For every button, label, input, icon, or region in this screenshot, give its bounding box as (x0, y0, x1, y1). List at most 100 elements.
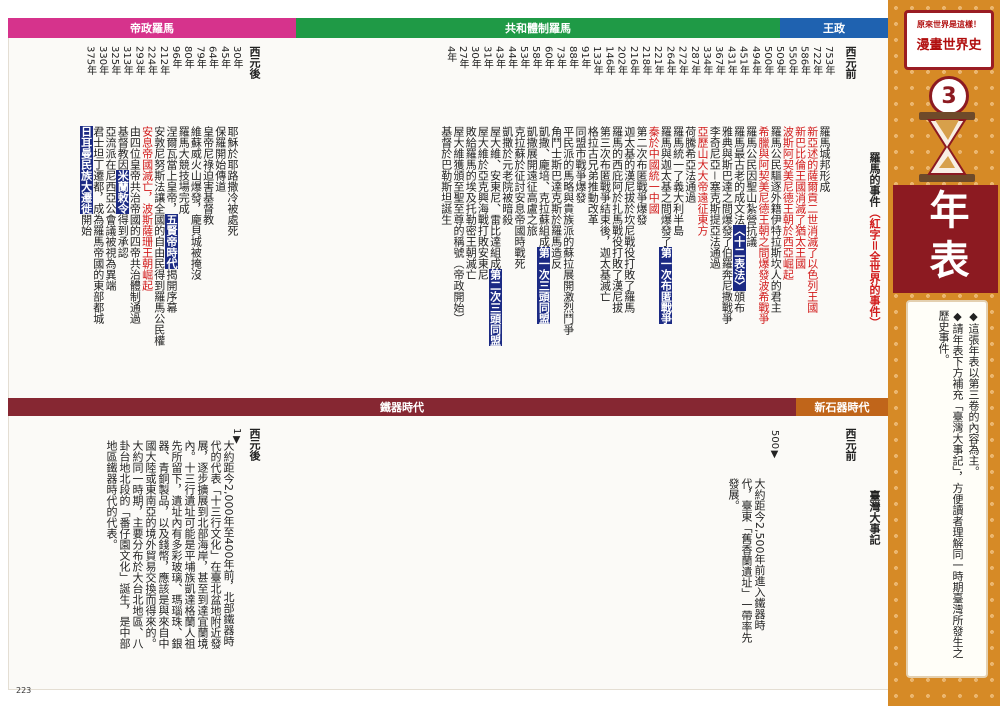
timeline-year: 4年 (444, 46, 456, 63)
timeline-year: 44年 (505, 46, 517, 69)
timeline-year: 218年 (640, 46, 651, 76)
timeline-event: 波斯阿契美尼德王朝於西亞崛起 (781, 126, 795, 280)
ad-label-bottom: 西元後 (248, 428, 261, 461)
timeline-event: 雅典與斯巴達之間爆發了伯羅奔尼撒戰爭 (720, 126, 734, 324)
timeline-event: 由四位皇帝共治帝國的四帝共治體制通過 (128, 126, 142, 324)
timeline-year: 96年 (170, 46, 181, 69)
timeline-year: 133年 (591, 46, 603, 76)
timeline-event: 基督於巴勒斯坦誕生 (439, 126, 453, 225)
timeline-year: 494年 (749, 46, 761, 76)
timeline-event: 克拉蘇於征討安息帝國時戰死 (513, 126, 526, 269)
timeline-event: 李奇尼亞－塞克斯提亞法通過 (708, 126, 722, 269)
timeline-year: 53年 (518, 46, 529, 69)
timeline-event: 亞流派在尼西亞公會議被視為異端 (104, 126, 117, 291)
timeline-year: 146年 (603, 46, 615, 76)
timeline-event: 屋大維、安東尼、雷比達組成第二次三頭同盟 (488, 126, 502, 346)
timeline-event: 第三次布匿戰爭結束後，迦太基滅亡 (598, 126, 612, 302)
series-logo: 原來世界是這樣！ 漫畫世界史 (904, 10, 994, 70)
timeline-year: 212年 (157, 46, 169, 76)
book-spread: 帝政羅馬 共和體制羅馬 王政 鐵器時代 新石器時代 西元前 西元後 西元前 西元… (0, 0, 1000, 706)
timeline-event: 皇帝尼祿迫害基督教 (201, 126, 215, 225)
taiwan-bc-year: 500▼ (769, 430, 780, 461)
timeline-year: 325年 (109, 46, 120, 76)
ad-label-top: 西元後 (248, 46, 261, 79)
timeline-year: 202年 (615, 46, 627, 76)
bc-label-bottom: 西元前 (844, 428, 857, 461)
timeline-event: 凱撒展開遠征高盧之旅 (525, 126, 539, 236)
timeline-event: 日耳曼民族大遷徙開始 (79, 126, 93, 236)
timeline-year: 43年 (493, 46, 505, 69)
timeline-year: 79年 (194, 46, 206, 69)
timeline-event: 秦於中國統一中國 (647, 126, 661, 214)
timeline-event: 維蘇威火山爆發，龐貝城被掩沒 (189, 126, 203, 280)
bc-label-top: 西元前 (844, 46, 857, 79)
timeline-event: 荷騰希亞法通過 (683, 126, 697, 203)
timeline-event: 凱撒於元老院被暗殺 (500, 126, 514, 225)
timeline-year: 509年 (774, 46, 786, 76)
timeline-year: 375年 (84, 46, 96, 76)
timeline-event: 保羅開始傳道 (213, 126, 227, 192)
timeline-event: 羅馬統一了義大利半島 (671, 126, 685, 236)
timeline-event: 基督教因米蘭敕令得到承認 (116, 126, 130, 258)
timeline-event: 耶穌於耶路撒冷被處死 (226, 126, 239, 236)
timeline-event: 君士坦丁遷都，成為羅馬帝國的東部都城 (91, 126, 105, 324)
band-republic-rome: 共和體制羅馬 (296, 18, 780, 38)
timeline-year: 451年 (737, 46, 749, 76)
timeline-event: 第二次布匿戰爭爆發 (635, 126, 648, 225)
timeline-year: 73年 (554, 46, 566, 69)
timeline-year: 431年 (725, 46, 737, 76)
timeline-year: 91年 (579, 46, 590, 69)
timeline-year: 753年 (823, 46, 834, 76)
taiwan-ad-text: 大約距今2,000年至400年前，北部鐵器時代的代表「十三行文化」在臺北盆地附近… (105, 440, 235, 649)
timeline-event: 安息帝國滅亡，波斯薩珊王朝崛起 (140, 126, 154, 291)
timeline-event: 新亞述的薩爾貢二世消滅了以色列王國 (805, 126, 819, 313)
timeline-year: 500年 (762, 46, 773, 76)
page-number-left: 223 (16, 686, 32, 695)
timeline-event: 敗給羅馬的埃及托勒密王朝滅亡 (464, 126, 478, 280)
timeline-event: 羅馬最古老的成文法〈十二表法〉頒布 (732, 126, 746, 313)
timeline-year: 272年 (676, 46, 688, 76)
timeline-event: 格拉古兄弟推動改革 (586, 126, 600, 225)
timeline-year: 45年 (218, 46, 230, 69)
timeline-year: 293年 (133, 46, 145, 76)
intro-note: ◆這張年表以第三卷的內容為主。 ◆請年表下方補充「臺灣大事記」，方便讀者理解同一… (906, 300, 988, 678)
timeline-year: 27年 (457, 46, 468, 69)
rome-events-header: 羅馬的事件（紅字＝全世界的事件） (868, 152, 881, 328)
timeline-event: 羅馬城邦形成 (818, 126, 831, 192)
volume-badge: 3 (929, 76, 969, 116)
timeline-event: 羅馬的西庇阿於扎馬戰役打敗了漢尼拔 (610, 126, 624, 313)
timeline-year: 80年 (182, 46, 194, 69)
band-iron-age: 鐵器時代 (8, 398, 796, 416)
band-neolithic: 新石器時代 (796, 398, 888, 416)
hourglass-icon (919, 112, 975, 182)
timeline-year: 30年 (231, 46, 242, 69)
timeline-year: 550年 (786, 46, 798, 76)
timeline-event: 迦太基的漢尼拔於坎尼戰役打敗了羅馬 (622, 126, 636, 313)
timeline-event: 羅馬與迦太基之間爆發了第一次布匿戰爭 (659, 126, 673, 324)
timeline-year: 31年 (481, 46, 493, 69)
timeline-year: 367年 (713, 46, 725, 76)
timeline-event: 新巴比倫王國消滅了猶太王國 (793, 126, 807, 269)
timeline-year: 216年 (627, 46, 639, 76)
timeline-event: 羅馬大競技場完成 (177, 126, 191, 214)
timeline-year: 58年 (530, 46, 542, 69)
timeline-year: 330年 (96, 46, 108, 76)
timeline-year: 586年 (798, 46, 810, 76)
timeline-year: 287年 (688, 46, 700, 76)
timeline-year: 30年 (469, 46, 481, 69)
timeline-event: 亞歷山大大帝遠征東方 (696, 126, 709, 236)
timeline-year: 88年 (566, 46, 578, 69)
timeline-year: 224年 (145, 46, 157, 76)
timeline-year: 60年 (542, 46, 554, 69)
timeline-year: 313年 (121, 46, 133, 76)
timeline-event: 涅爾瓦當上皇帝，五賢帝時代揭開序幕 (165, 126, 178, 313)
timeline-year: 64年 (206, 46, 218, 69)
timeline-event: 同盟市戰爭爆發 (574, 126, 587, 203)
timeline-event: 希臘與阿契美尼德王朝之間爆發波希戰爭 (757, 126, 770, 324)
band-kingdom-rome: 王政 (780, 18, 888, 38)
timeline-event: 平民派的馬略與貴族派的蘇拉展開激烈鬥爭 (561, 126, 575, 335)
timeline-event: 安敦尼努斯法讓全國的自由民得到羅馬公民權 (152, 126, 166, 346)
band-imperial-rome: 帝政羅馬 (8, 18, 296, 38)
taiwan-bc-text: 大約距今2,500年前進入鐵器時代，臺東「舊香蘭遺址」一帶率先發展。 (727, 478, 766, 643)
timeline-event: 角鬥士斯巴達克斯於羅馬造反 (549, 126, 563, 269)
